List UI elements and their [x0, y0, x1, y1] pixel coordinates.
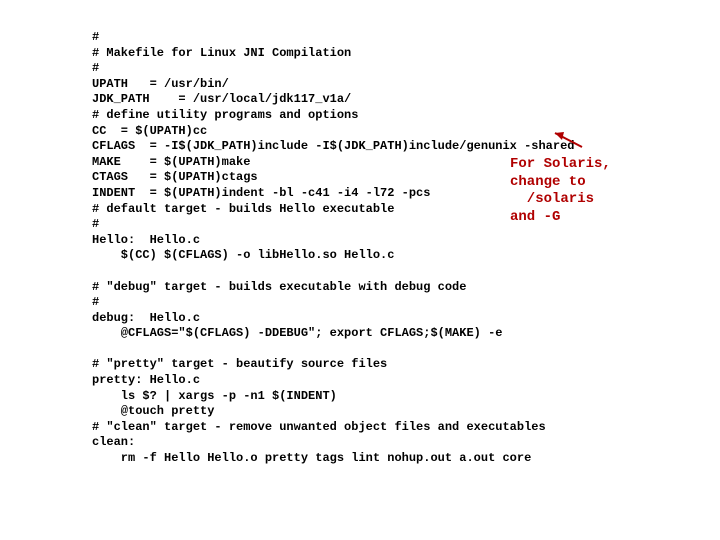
solaris-annotation: For Solaris, change to /solaris and -G — [510, 156, 611, 226]
makefile-code: # # Makefile for Linux JNI Compilation #… — [92, 30, 574, 467]
annotation-text: For Solaris, change to /solaris and -G — [510, 156, 611, 225]
code-text: # # Makefile for Linux JNI Compilation #… — [92, 30, 574, 465]
